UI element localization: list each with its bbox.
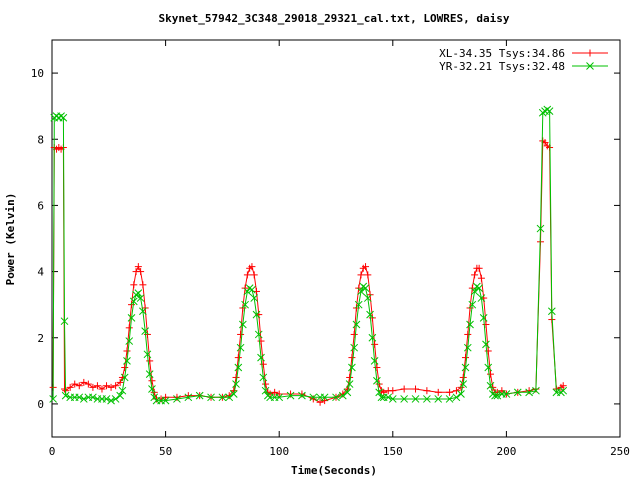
data-point bbox=[452, 387, 460, 395]
y-tick-label: 2 bbox=[37, 332, 44, 345]
series-line bbox=[52, 108, 564, 402]
data-point bbox=[348, 354, 356, 362]
data-point bbox=[98, 385, 106, 393]
data-point bbox=[400, 385, 408, 393]
data-point bbox=[80, 378, 88, 386]
legend-label: XL-34.35 Tsys:34.86 bbox=[439, 47, 565, 60]
data-point bbox=[346, 373, 354, 381]
x-tick-label: 0 bbox=[49, 445, 56, 458]
x-tick-label: 150 bbox=[383, 445, 403, 458]
data-point bbox=[121, 364, 129, 372]
y-axis-label: Power (Kelvin) bbox=[4, 193, 17, 286]
series-1 bbox=[49, 137, 567, 406]
data-point bbox=[234, 354, 242, 362]
data-point bbox=[482, 321, 490, 329]
data-point bbox=[250, 271, 258, 279]
y-tick-label: 4 bbox=[37, 266, 44, 279]
x-axis-label: Time(Seconds) bbox=[291, 464, 377, 477]
data-point bbox=[486, 370, 494, 378]
data-point bbox=[484, 347, 492, 355]
y-tick-label: 6 bbox=[37, 199, 44, 212]
data-point bbox=[389, 387, 397, 395]
data-point bbox=[364, 271, 372, 279]
x-tick-label: 50 bbox=[159, 445, 172, 458]
data-point bbox=[232, 373, 240, 381]
data-point bbox=[84, 380, 92, 388]
data-point bbox=[93, 382, 101, 390]
data-point bbox=[66, 383, 74, 391]
data-point bbox=[103, 382, 111, 390]
chart-title: Skynet_57942_3C348_29018_29321_cal.txt, … bbox=[159, 12, 510, 25]
data-point bbox=[350, 330, 358, 338]
legend-label: YR-32.21 Tsys:32.48 bbox=[439, 60, 565, 73]
data-point bbox=[139, 281, 147, 289]
data-point bbox=[477, 274, 485, 282]
data-point bbox=[130, 281, 138, 289]
data-point bbox=[107, 383, 115, 391]
y-tick-label: 10 bbox=[31, 67, 44, 80]
data-point bbox=[112, 382, 120, 390]
data-point bbox=[243, 271, 251, 279]
y-tick-label: 0 bbox=[37, 398, 44, 411]
data-point bbox=[146, 357, 154, 365]
data-point bbox=[457, 390, 465, 398]
data-point bbox=[321, 397, 329, 405]
data-point bbox=[125, 324, 133, 332]
series-layer bbox=[49, 105, 568, 406]
x-tick-label: 250 bbox=[610, 445, 630, 458]
plot-frame bbox=[51, 39, 621, 438]
data-point bbox=[237, 330, 245, 338]
data-point bbox=[89, 383, 97, 391]
data-point bbox=[525, 387, 533, 395]
data-point bbox=[257, 337, 265, 345]
data-point bbox=[123, 347, 131, 355]
data-point bbox=[462, 354, 470, 362]
data-point bbox=[373, 364, 381, 372]
data-point bbox=[412, 385, 420, 393]
x-tick-label: 200 bbox=[496, 445, 516, 458]
data-point bbox=[75, 382, 83, 390]
data-point bbox=[471, 271, 479, 279]
data-point bbox=[162, 393, 170, 401]
data-point bbox=[357, 271, 365, 279]
data-point bbox=[446, 388, 454, 396]
legend-marker bbox=[586, 49, 594, 57]
data-point bbox=[262, 380, 270, 388]
data-point bbox=[452, 393, 461, 402]
data-point bbox=[459, 373, 467, 381]
data-point bbox=[259, 360, 267, 368]
legend: XL-34.35 Tsys:34.86YR-32.21 Tsys:32.48 bbox=[439, 47, 608, 73]
data-point bbox=[434, 388, 442, 396]
x-tick-label: 100 bbox=[269, 445, 289, 458]
data-point bbox=[423, 387, 431, 395]
y-tick-label: 8 bbox=[37, 133, 44, 146]
chart: Skynet_57942_3C348_29018_29321_cal.txt, … bbox=[4, 12, 630, 477]
data-point bbox=[148, 377, 156, 385]
data-point bbox=[71, 380, 79, 388]
data-point bbox=[371, 340, 379, 348]
data-point bbox=[464, 330, 472, 338]
data-point bbox=[60, 385, 68, 393]
